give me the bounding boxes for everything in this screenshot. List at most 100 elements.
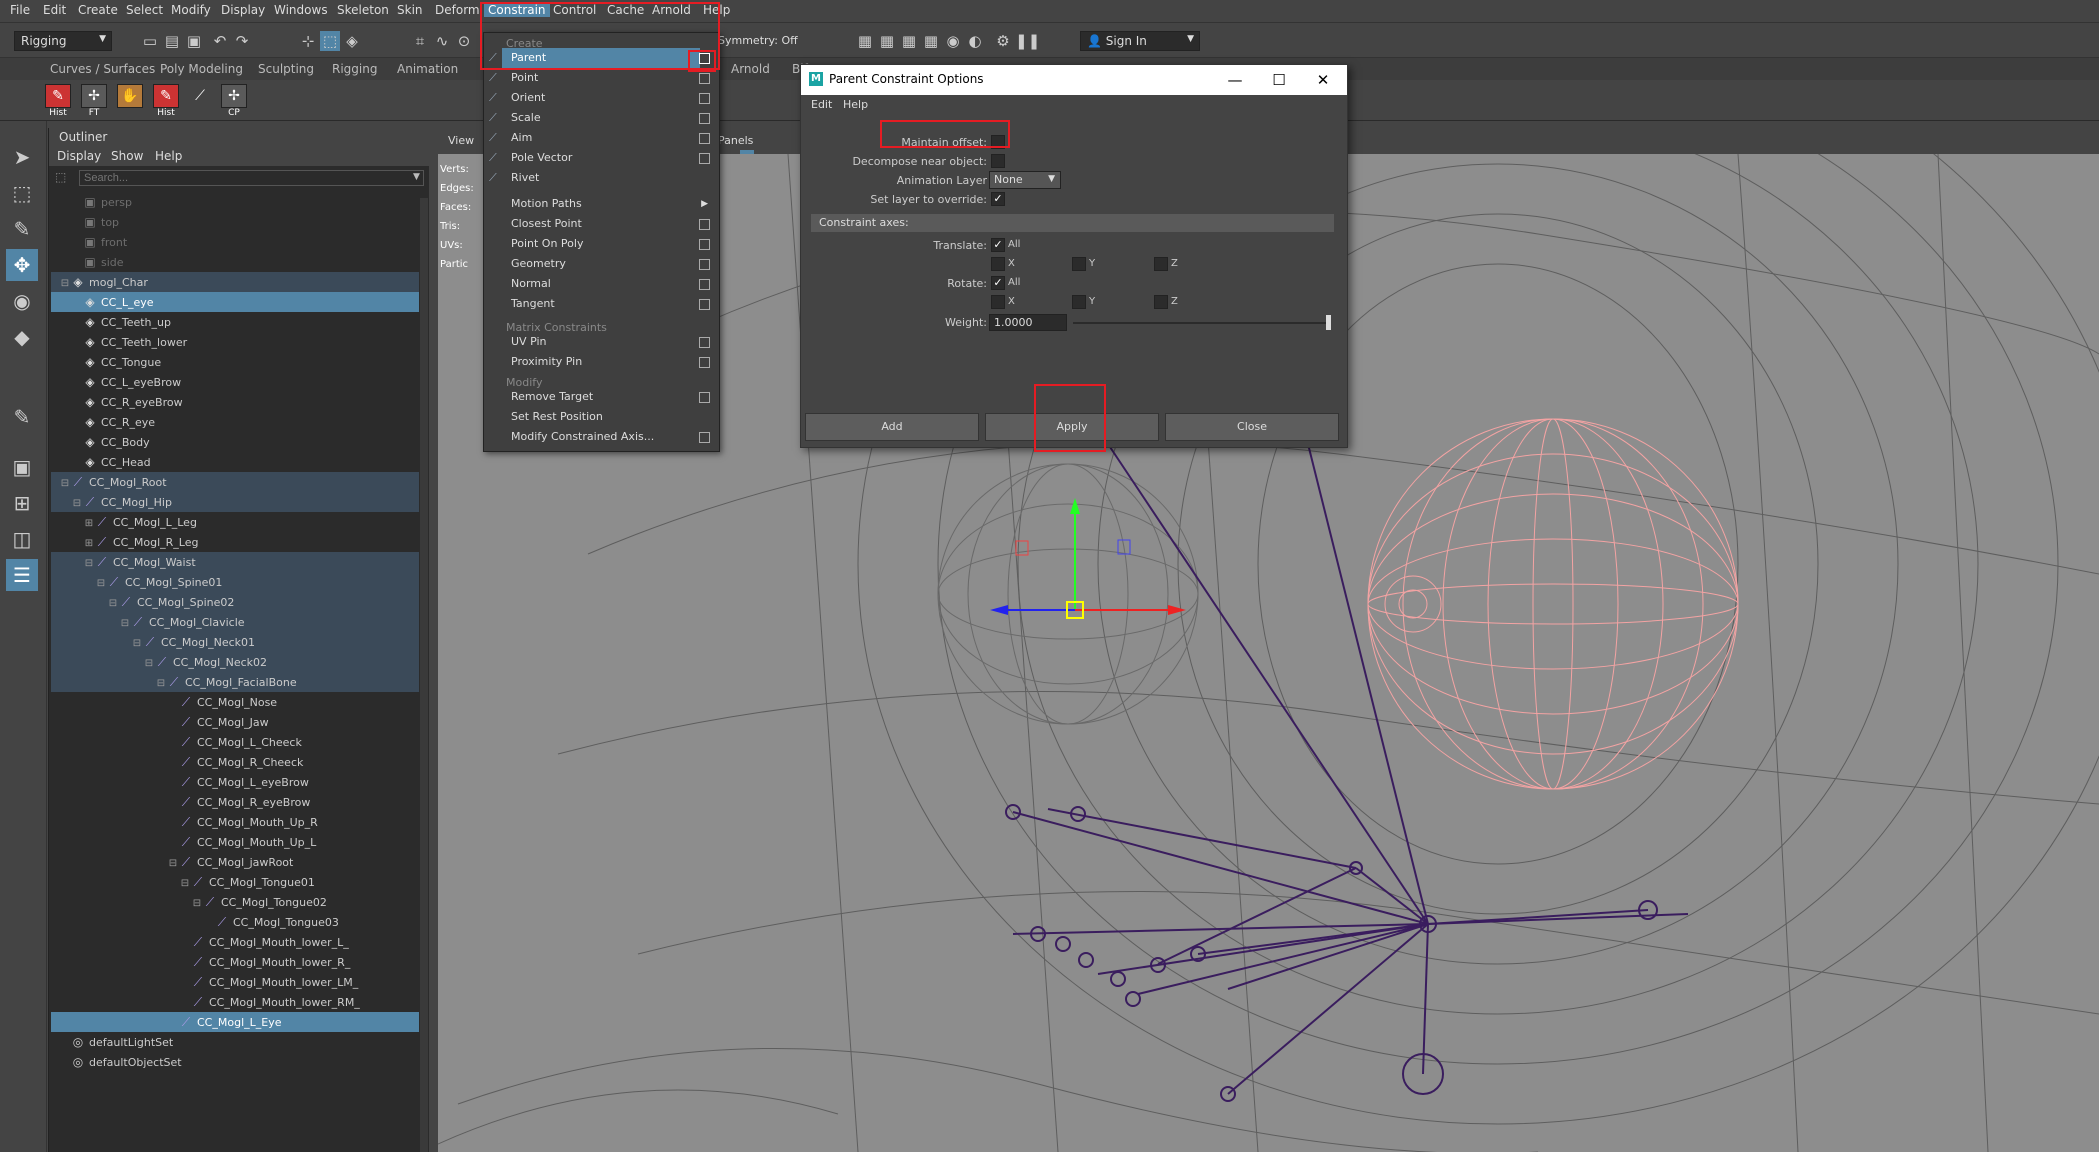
outliner-row[interactable]: ▣ persp xyxy=(51,192,419,212)
menu-item-orient[interactable]: Orient xyxy=(502,88,710,108)
menu-item-geometry[interactable]: Geometry xyxy=(502,254,710,274)
filter-icon[interactable]: ⬚ xyxy=(55,170,66,184)
menu-skin[interactable]: Skin xyxy=(397,3,423,17)
collapse-icon[interactable]: ⊟ xyxy=(107,594,119,614)
ipr-render-icon[interactable]: ▦ xyxy=(899,31,919,51)
outliner-row[interactable]: ⊟ ◈ mogl_Char xyxy=(51,272,419,292)
undo-icon[interactable]: ↶ xyxy=(210,31,230,51)
rotate-y-checkbox[interactable] xyxy=(1072,295,1086,309)
outliner-row[interactable]: ⟋ CC_Mogl_L_Eye xyxy=(51,1012,419,1032)
add-button[interactable]: Add xyxy=(805,413,979,441)
menu-windows[interactable]: Windows xyxy=(274,3,328,17)
four-layout-icon[interactable]: ⊞ xyxy=(6,487,38,519)
option-box-icon[interactable] xyxy=(699,357,710,368)
redo-icon[interactable]: ↷ xyxy=(232,31,252,51)
menu-item-uv-pin[interactable]: UV Pin xyxy=(502,332,710,352)
outliner-row[interactable]: ⊟ ⟋ CC_Mogl_Clavicle xyxy=(51,612,419,632)
outliner-row[interactable]: ◈ CC_L_eyeBrow xyxy=(51,372,419,392)
open-scene-icon[interactable]: ▤ xyxy=(162,31,182,51)
translate-x-checkbox[interactable] xyxy=(991,257,1005,271)
scale-tool-icon[interactable]: ◆ xyxy=(6,321,38,353)
outliner-row[interactable]: ◈ CC_Tongue xyxy=(51,352,419,372)
option-box-icon[interactable] xyxy=(699,73,710,84)
save-scene-icon[interactable]: ▣ xyxy=(184,31,204,51)
menu-item-motion-paths[interactable]: Motion Paths ▶ xyxy=(502,194,708,214)
joint-icon[interactable]: ⟋ xyxy=(186,84,214,114)
outliner-row[interactable]: ⊞ ⟋ CC_Mogl_R_Leg xyxy=(51,532,419,552)
weight-slider-track[interactable] xyxy=(1073,322,1329,324)
outliner-row[interactable]: ◈ CC_R_eye xyxy=(51,412,419,432)
two-layout-icon[interactable]: ◫ xyxy=(6,523,38,555)
rotate-tool-icon[interactable]: ◉ xyxy=(6,285,38,317)
option-box-icon[interactable] xyxy=(699,299,710,310)
outliner-row[interactable]: ⟋ CC_Mogl_Nose xyxy=(51,692,419,712)
outliner-row[interactable]: ⟋ CC_Mogl_Mouth_lower_RM_ xyxy=(51,992,419,1012)
menu-deform[interactable]: Deform xyxy=(435,3,480,17)
new-scene-icon[interactable]: ▭ xyxy=(140,31,160,51)
option-box-icon[interactable] xyxy=(699,337,710,348)
menu-item-normal[interactable]: Normal xyxy=(502,274,710,294)
menu-skeleton[interactable]: Skeleton xyxy=(337,3,389,17)
outliner-row[interactable]: ⟋ CC_Mogl_Mouth_lower_L_ xyxy=(51,932,419,952)
select-tool-icon[interactable]: ➤ xyxy=(6,141,38,173)
select-hierarchy-icon[interactable]: ⊹ xyxy=(298,31,318,51)
collapse-icon[interactable]: ⊟ xyxy=(191,894,203,914)
menu-item-pole-vector[interactable]: Pole Vector xyxy=(502,148,710,168)
outliner-row[interactable]: ⊟ ⟋ CC_Mogl_FacialBone xyxy=(51,672,419,692)
outliner-row[interactable]: ◈ CC_Body xyxy=(51,432,419,452)
menu-create[interactable]: Create xyxy=(78,3,118,17)
rotate-z-checkbox[interactable] xyxy=(1154,295,1168,309)
select-object-icon[interactable]: ⬚ xyxy=(320,31,340,51)
menuset-dropdown[interactable]: Rigging ▼ xyxy=(14,31,112,51)
hypershade-icon[interactable]: ◉ xyxy=(943,31,963,51)
option-box-icon[interactable] xyxy=(699,219,710,230)
dialog-menu-edit[interactable]: Edit xyxy=(811,98,832,111)
shelf-tab-poly[interactable]: Poly Modeling xyxy=(160,62,243,76)
rotate-x-checkbox[interactable] xyxy=(991,295,1005,309)
outliner-menu-show[interactable]: Show xyxy=(111,149,143,163)
menu-file[interactable]: File xyxy=(10,3,30,17)
menu-select[interactable]: Select xyxy=(126,3,163,17)
outliner-row[interactable]: ▣ top xyxy=(51,212,419,232)
collapse-icon[interactable]: ⊟ xyxy=(59,274,71,294)
arnold-render-icon[interactable]: ◐ xyxy=(965,31,985,51)
render-frame-icon[interactable]: ▦ xyxy=(855,31,875,51)
pause-icon[interactable]: ❚❚ xyxy=(1015,31,1040,51)
decompose-checkbox[interactable] xyxy=(991,154,1005,168)
outliner-row[interactable]: ⟋ CC_Mogl_Mouth_lower_R_ xyxy=(51,952,419,972)
outliner-row[interactable]: ◈ CC_L_eye xyxy=(51,292,419,312)
outliner-row[interactable]: ◈ CC_Head xyxy=(51,452,419,472)
translate-y-checkbox[interactable] xyxy=(1072,257,1086,271)
move-tool-icon[interactable]: ✥ xyxy=(6,249,38,281)
option-box-icon[interactable] xyxy=(699,133,710,144)
translate-all-checkbox[interactable]: ✓ xyxy=(991,238,1005,252)
close-button[interactable]: Close xyxy=(1165,413,1339,441)
outliner-row[interactable]: ⟋ CC_Mogl_Jaw xyxy=(51,712,419,732)
outliner-row[interactable]: ⊟ ⟋ CC_Mogl_Spine01 xyxy=(51,572,419,592)
last-tool-icon[interactable]: ✎ xyxy=(6,401,38,433)
animation-layer-dropdown[interactable]: None ▼ xyxy=(989,171,1061,189)
outliner-row[interactable]: ◈ CC_R_eyeBrow xyxy=(51,392,419,412)
shelf-tab-curves[interactable]: Curves / Surfaces xyxy=(50,62,155,76)
hist-icon[interactable]: ✎ Hist xyxy=(44,84,72,118)
outliner-menu-help[interactable]: Help xyxy=(155,149,182,163)
outliner-layout-icon[interactable]: ☰ xyxy=(6,559,38,591)
paint-select-icon[interactable]: ✎ xyxy=(6,213,38,245)
option-box-icon[interactable] xyxy=(699,392,710,403)
outliner-row[interactable]: ▣ side xyxy=(51,252,419,272)
shelf-tab-sculpting[interactable]: Sculpting xyxy=(258,62,314,76)
menu-display[interactable]: Display xyxy=(221,3,265,17)
outliner-scrollbar[interactable] xyxy=(420,198,428,1152)
minimize-icon[interactable]: — xyxy=(1215,67,1255,93)
snap-point-icon[interactable]: ⊙ xyxy=(454,31,474,51)
select-component-icon[interactable]: ◈ xyxy=(342,31,362,51)
outliner-row[interactable]: ⊟ ⟋ CC_Mogl_Root xyxy=(51,472,419,492)
arnold-ipr-icon[interactable]: ⚙ xyxy=(993,31,1013,51)
viewport-menu-panels[interactable]: Panels xyxy=(718,134,753,147)
menu-edit[interactable]: Edit xyxy=(43,3,66,17)
menu-item-set-rest-position[interactable]: Set Rest Position xyxy=(502,407,700,427)
menu-item-scale[interactable]: Scale xyxy=(502,108,710,128)
expand-icon[interactable]: ⊞ xyxy=(83,534,95,554)
outliner-row[interactable]: ◈ CC_Teeth_lower xyxy=(51,332,419,352)
outliner-row[interactable]: ⊟ ⟋ CC_Mogl_Tongue02 xyxy=(51,892,419,912)
